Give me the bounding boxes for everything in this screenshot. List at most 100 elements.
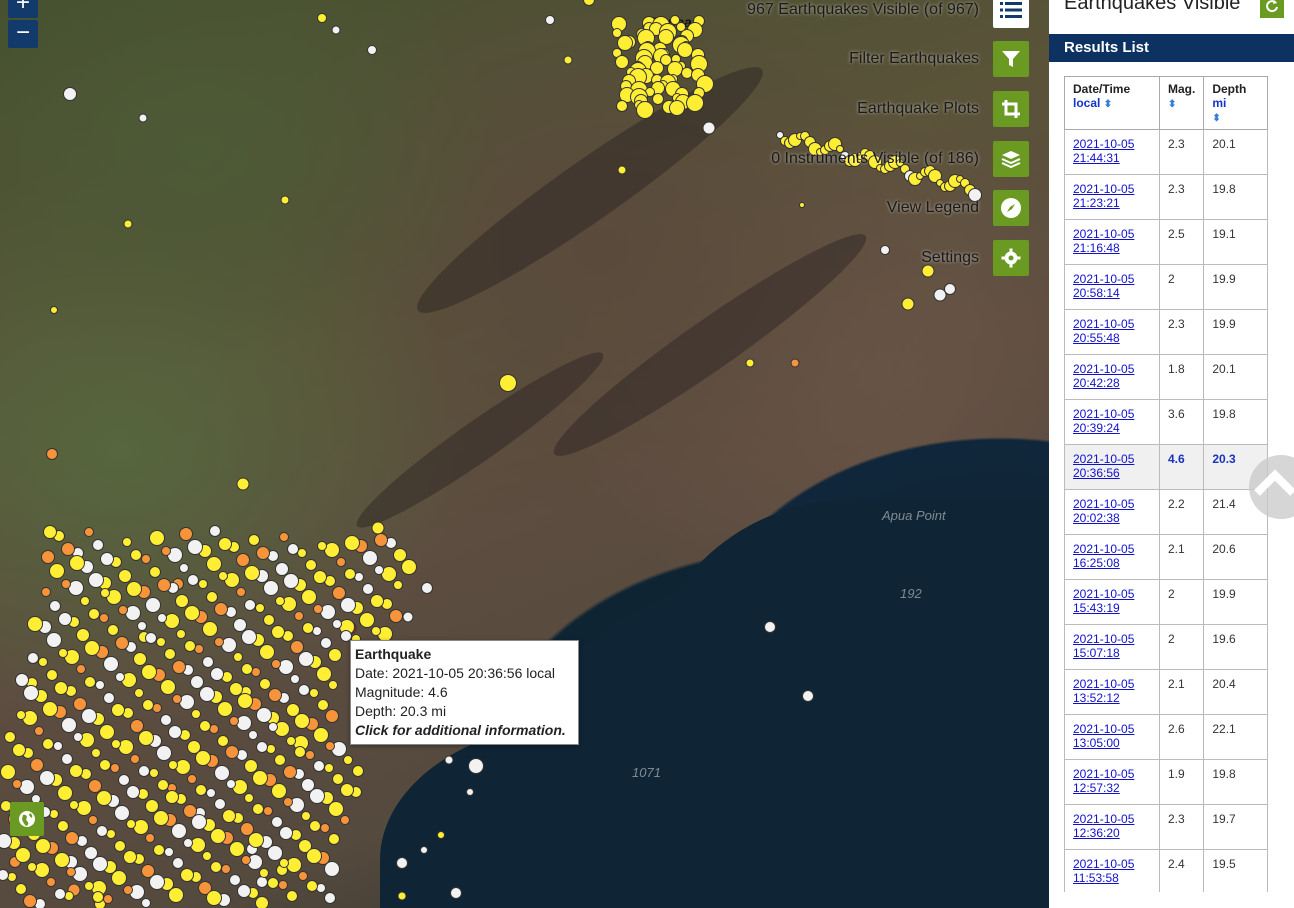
- earthquake-marker[interactable]: [225, 745, 239, 759]
- earthquake-marker[interactable]: [313, 570, 327, 584]
- earthquake-marker[interactable]: [99, 724, 115, 740]
- earthquake-marker[interactable]: [118, 774, 130, 786]
- earthquake-marker[interactable]: [274, 754, 286, 766]
- earthquake-marker[interactable]: [84, 640, 100, 656]
- earthquake-marker[interactable]: [255, 896, 269, 908]
- earthquake-marker[interactable]: [214, 765, 230, 781]
- cell-datetime[interactable]: 2021-10-05 20:58:14: [1064, 264, 1160, 310]
- table-row[interactable]: 2021-10-05 20:36:56 4.6 20.3: [1064, 444, 1268, 490]
- earthquake-marker[interactable]: [202, 851, 212, 861]
- earthquake-marker[interactable]: [23, 685, 39, 701]
- earthquake-marker[interactable]: [340, 597, 356, 613]
- earthquake-marker[interactable]: [172, 857, 184, 869]
- table-row[interactable]: 2021-10-05 15:07:18 2 19.6: [1064, 624, 1268, 670]
- earthquake-marker[interactable]: [209, 525, 221, 537]
- earthquake-marker[interactable]: [256, 546, 270, 560]
- earthquake-marker[interactable]: [236, 477, 250, 491]
- earthquake-marker[interactable]: [256, 741, 268, 753]
- earthquake-marker[interactable]: [88, 608, 100, 620]
- settings-button[interactable]: [993, 240, 1029, 276]
- earthquake-marker[interactable]: [229, 716, 239, 726]
- earthquake-marker[interactable]: [123, 219, 133, 229]
- earthquake-marker[interactable]: [168, 887, 184, 903]
- earthquake-marker[interactable]: [58, 612, 72, 626]
- cell-datetime[interactable]: 2021-10-05 12:57:32: [1064, 759, 1160, 805]
- earthquake-marker[interactable]: [218, 537, 232, 551]
- earthquake-marker[interactable]: [226, 779, 236, 789]
- earthquake-marker[interactable]: [0, 764, 16, 780]
- earthquake-marker[interactable]: [370, 594, 384, 608]
- earthquake-marker[interactable]: [271, 659, 281, 669]
- earthquake-marker[interactable]: [421, 582, 433, 594]
- earthquake-marker[interactable]: [450, 887, 462, 899]
- earthquake-marker[interactable]: [244, 793, 254, 803]
- earthquake-marker[interactable]: [222, 809, 236, 823]
- earthquake-marker[interactable]: [313, 604, 323, 614]
- earthquake-marker[interactable]: [84, 676, 96, 688]
- earthquake-marker[interactable]: [38, 657, 48, 667]
- earthquake-marker[interactable]: [99, 613, 109, 623]
- earthquake-marker[interactable]: [63, 87, 77, 101]
- earthquake-marker[interactable]: [30, 758, 44, 772]
- earthquake-marker[interactable]: [583, 0, 595, 6]
- earthquake-marker[interactable]: [313, 760, 325, 772]
- earthquake-marker[interactable]: [42, 701, 58, 717]
- earthquake-marker[interactable]: [172, 694, 182, 704]
- earthquake-marker[interactable]: [283, 797, 293, 807]
- earthquake-marker[interactable]: [138, 765, 150, 777]
- earthquake-marker[interactable]: [669, 100, 685, 117]
- earthquake-marker[interactable]: [210, 667, 224, 681]
- earthquake-marker[interactable]: [43, 525, 57, 539]
- earthquake-marker[interactable]: [301, 811, 311, 821]
- earthquake-marker[interactable]: [84, 881, 94, 891]
- earthquake-marker[interactable]: [180, 868, 194, 882]
- earthquake-marker[interactable]: [287, 543, 299, 555]
- earthquake-marker[interactable]: [325, 709, 339, 723]
- earthquake-marker[interactable]: [141, 664, 157, 680]
- earthquake-marker[interactable]: [81, 708, 97, 724]
- cell-datetime[interactable]: 2021-10-05 20:02:38: [1064, 489, 1160, 535]
- earthquake-marker[interactable]: [294, 746, 306, 758]
- earthquake-marker[interactable]: [156, 637, 166, 647]
- earthquake-marker[interactable]: [58, 648, 68, 658]
- sort-icon[interactable]: ⬍: [1104, 99, 1112, 110]
- table-row[interactable]: 2021-10-05 20:58:14 2 19.9: [1064, 264, 1268, 310]
- earthquake-marker[interactable]: [268, 688, 282, 702]
- earthquake-marker[interactable]: [389, 609, 403, 623]
- earthquake-marker[interactable]: [27, 616, 43, 632]
- earthquake-marker[interactable]: [340, 783, 354, 797]
- earthquake-marker[interactable]: [206, 788, 216, 798]
- earthquake-marker[interactable]: [15, 847, 31, 863]
- earthquake-marker[interactable]: [286, 890, 298, 902]
- earthquake-marker[interactable]: [27, 652, 39, 664]
- earthquake-link[interactable]: 2021-10-05 20:39:24: [1073, 407, 1134, 435]
- earthquake-marker[interactable]: [202, 621, 218, 637]
- earthquake-marker[interactable]: [96, 825, 108, 837]
- earthquake-marker[interactable]: [149, 768, 159, 778]
- earthquake-marker[interactable]: [171, 823, 187, 839]
- earthquake-marker[interactable]: [374, 533, 388, 547]
- earthquake-marker[interactable]: [168, 725, 182, 739]
- scroll-to-top-button[interactable]: [1249, 455, 1294, 519]
- table-row[interactable]: 2021-10-05 20:39:24 3.6 19.8: [1064, 399, 1268, 445]
- earthquake-marker[interactable]: [286, 736, 296, 746]
- earthquake-marker[interactable]: [41, 587, 51, 597]
- earthquake-marker[interactable]: [141, 554, 151, 564]
- earthquake-marker[interactable]: [745, 358, 755, 368]
- earthquake-marker[interactable]: [331, 25, 341, 35]
- earthquake-marker[interactable]: [324, 892, 336, 904]
- earthquake-marker[interactable]: [88, 815, 98, 825]
- earthquake-marker[interactable]: [367, 45, 377, 55]
- earthquake-marker[interactable]: [69, 555, 85, 571]
- earthquake-marker[interactable]: [115, 672, 125, 682]
- earthquake-marker[interactable]: [279, 826, 293, 840]
- earthquake-marker[interactable]: [328, 648, 342, 662]
- earthquake-marker[interactable]: [241, 629, 257, 645]
- earthquake-marker[interactable]: [563, 55, 573, 65]
- earthquake-marker[interactable]: [306, 880, 318, 892]
- earthquake-link[interactable]: 2021-10-05 16:25:08: [1073, 542, 1134, 570]
- earthquake-marker[interactable]: [149, 530, 165, 546]
- earthquake-marker[interactable]: [100, 588, 110, 598]
- layers-button[interactable]: [993, 141, 1029, 177]
- earthquake-marker[interactable]: [92, 539, 104, 551]
